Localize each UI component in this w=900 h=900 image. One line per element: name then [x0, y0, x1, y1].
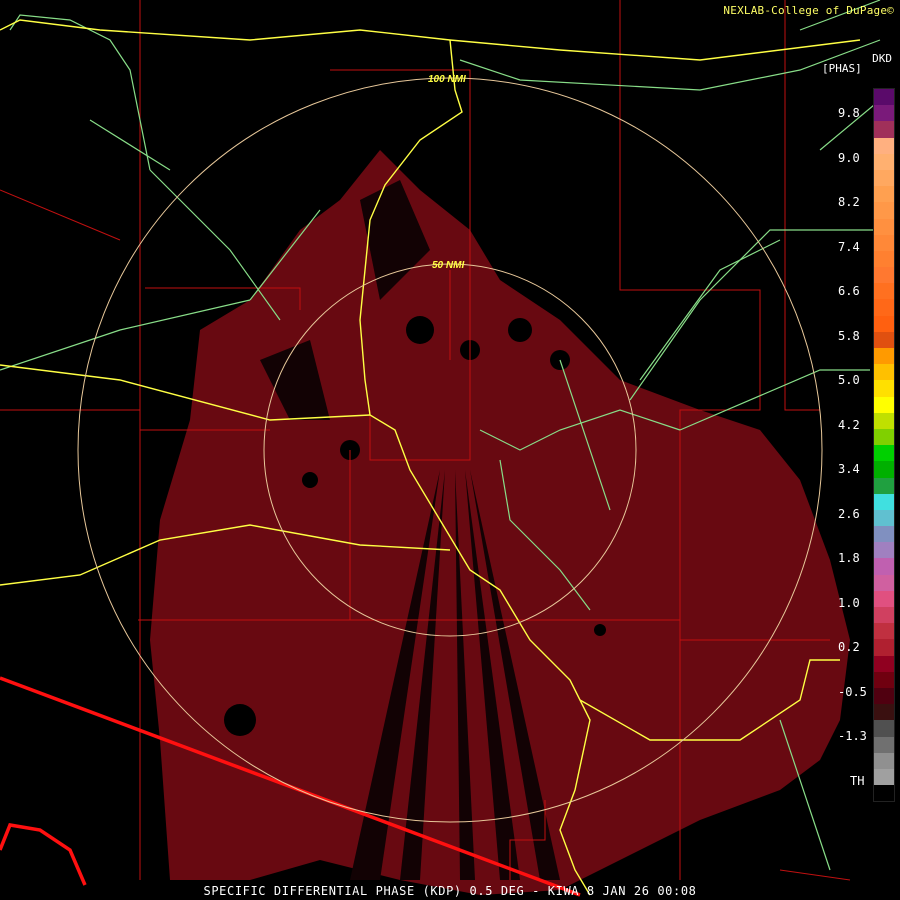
- color-scale-swatch: [874, 250, 894, 268]
- radar-map: 100 NMI 50 NMI: [0, 0, 881, 897]
- units-label: [PHAS]: [822, 62, 862, 75]
- color-scale-swatch: [874, 607, 894, 624]
- color-scale-label: 5.0: [838, 373, 860, 387]
- product-caption: SPECIFIC DIFFERENTIAL PHASE (KDP) 0.5 DE…: [203, 884, 697, 898]
- color-scale-swatch: [874, 687, 894, 705]
- color-scale-swatch: [874, 623, 894, 640]
- credit-text: NEXLAB-College of DuPage©: [723, 4, 894, 17]
- color-scale-swatch: [874, 542, 894, 559]
- color-scale-bar: [873, 88, 895, 802]
- color-scale-label: TH: [850, 773, 865, 788]
- color-scale-swatch: [874, 509, 894, 527]
- color-scale-swatch: [874, 477, 894, 494]
- color-scale-label: 3.4: [838, 462, 860, 476]
- color-scale-swatch: [874, 428, 894, 446]
- color-scale-swatch: [874, 283, 894, 300]
- color-scale-swatch: [874, 671, 894, 688]
- color-scale-swatch: [874, 736, 894, 753]
- color-scale-swatch: [874, 153, 894, 170]
- color-scale-swatch: [874, 720, 894, 737]
- color-scale-label: 4.2: [838, 417, 860, 432]
- color-scale-swatch: [874, 380, 894, 397]
- color-scale-label: 1.0: [838, 595, 860, 610]
- color-scale-swatch: [874, 526, 894, 543]
- color-scale-swatch: [874, 89, 894, 106]
- color-scale-swatch: [874, 218, 894, 235]
- color-scale-swatch: [874, 186, 894, 203]
- color-scale-swatch: [874, 412, 894, 429]
- color-scale-swatch: [874, 105, 894, 122]
- color-scale-label: 6.6: [838, 284, 860, 298]
- color-scale-swatch: [874, 202, 894, 219]
- color-scale-swatch: [874, 639, 894, 656]
- color-scale-label: 0.2: [838, 640, 860, 654]
- color-scale-label: 9.8: [838, 106, 860, 120]
- color-scale-label: -0.5: [838, 684, 867, 699]
- color-scale-swatch: [874, 315, 894, 332]
- color-scale-label: 1.8: [838, 551, 860, 565]
- range-ring-50-label: 50 NMI: [432, 260, 464, 271]
- color-scale-swatch: [874, 348, 894, 365]
- color-scale-label: 7.4: [838, 239, 860, 254]
- color-scale-swatch: [874, 169, 894, 187]
- color-scale-swatch: [874, 574, 894, 591]
- product-code: DKD: [872, 52, 892, 65]
- color-scale-swatch: [874, 590, 894, 607]
- color-scale-swatch: [874, 121, 894, 138]
- color-scale-swatch: [874, 752, 894, 769]
- color-scale-label: 9.0: [838, 150, 860, 165]
- color-scale-swatch: [874, 137, 894, 154]
- color-scale-swatch: [874, 461, 894, 478]
- color-scale-swatch: [874, 331, 894, 348]
- color-scale-label: 2.6: [838, 506, 860, 521]
- color-scale-swatch: [874, 558, 894, 575]
- color-scale-swatch: [874, 445, 894, 462]
- color-scale-swatch: [874, 396, 894, 413]
- color-scale-swatch: [874, 234, 894, 251]
- color-scale-swatch: [874, 299, 894, 316]
- color-scale-swatch: [874, 493, 894, 510]
- color-scale-label: -1.3: [838, 729, 867, 743]
- color-scale-label: 8.2: [838, 195, 860, 209]
- color-scale-label: 5.8: [838, 328, 860, 343]
- range-ring-100-label: 100 NMI: [428, 74, 466, 85]
- color-scale-swatch: [874, 267, 894, 284]
- color-scale-swatch: [874, 655, 894, 672]
- color-scale-swatch: [874, 704, 894, 721]
- color-scale-swatch: [874, 364, 894, 381]
